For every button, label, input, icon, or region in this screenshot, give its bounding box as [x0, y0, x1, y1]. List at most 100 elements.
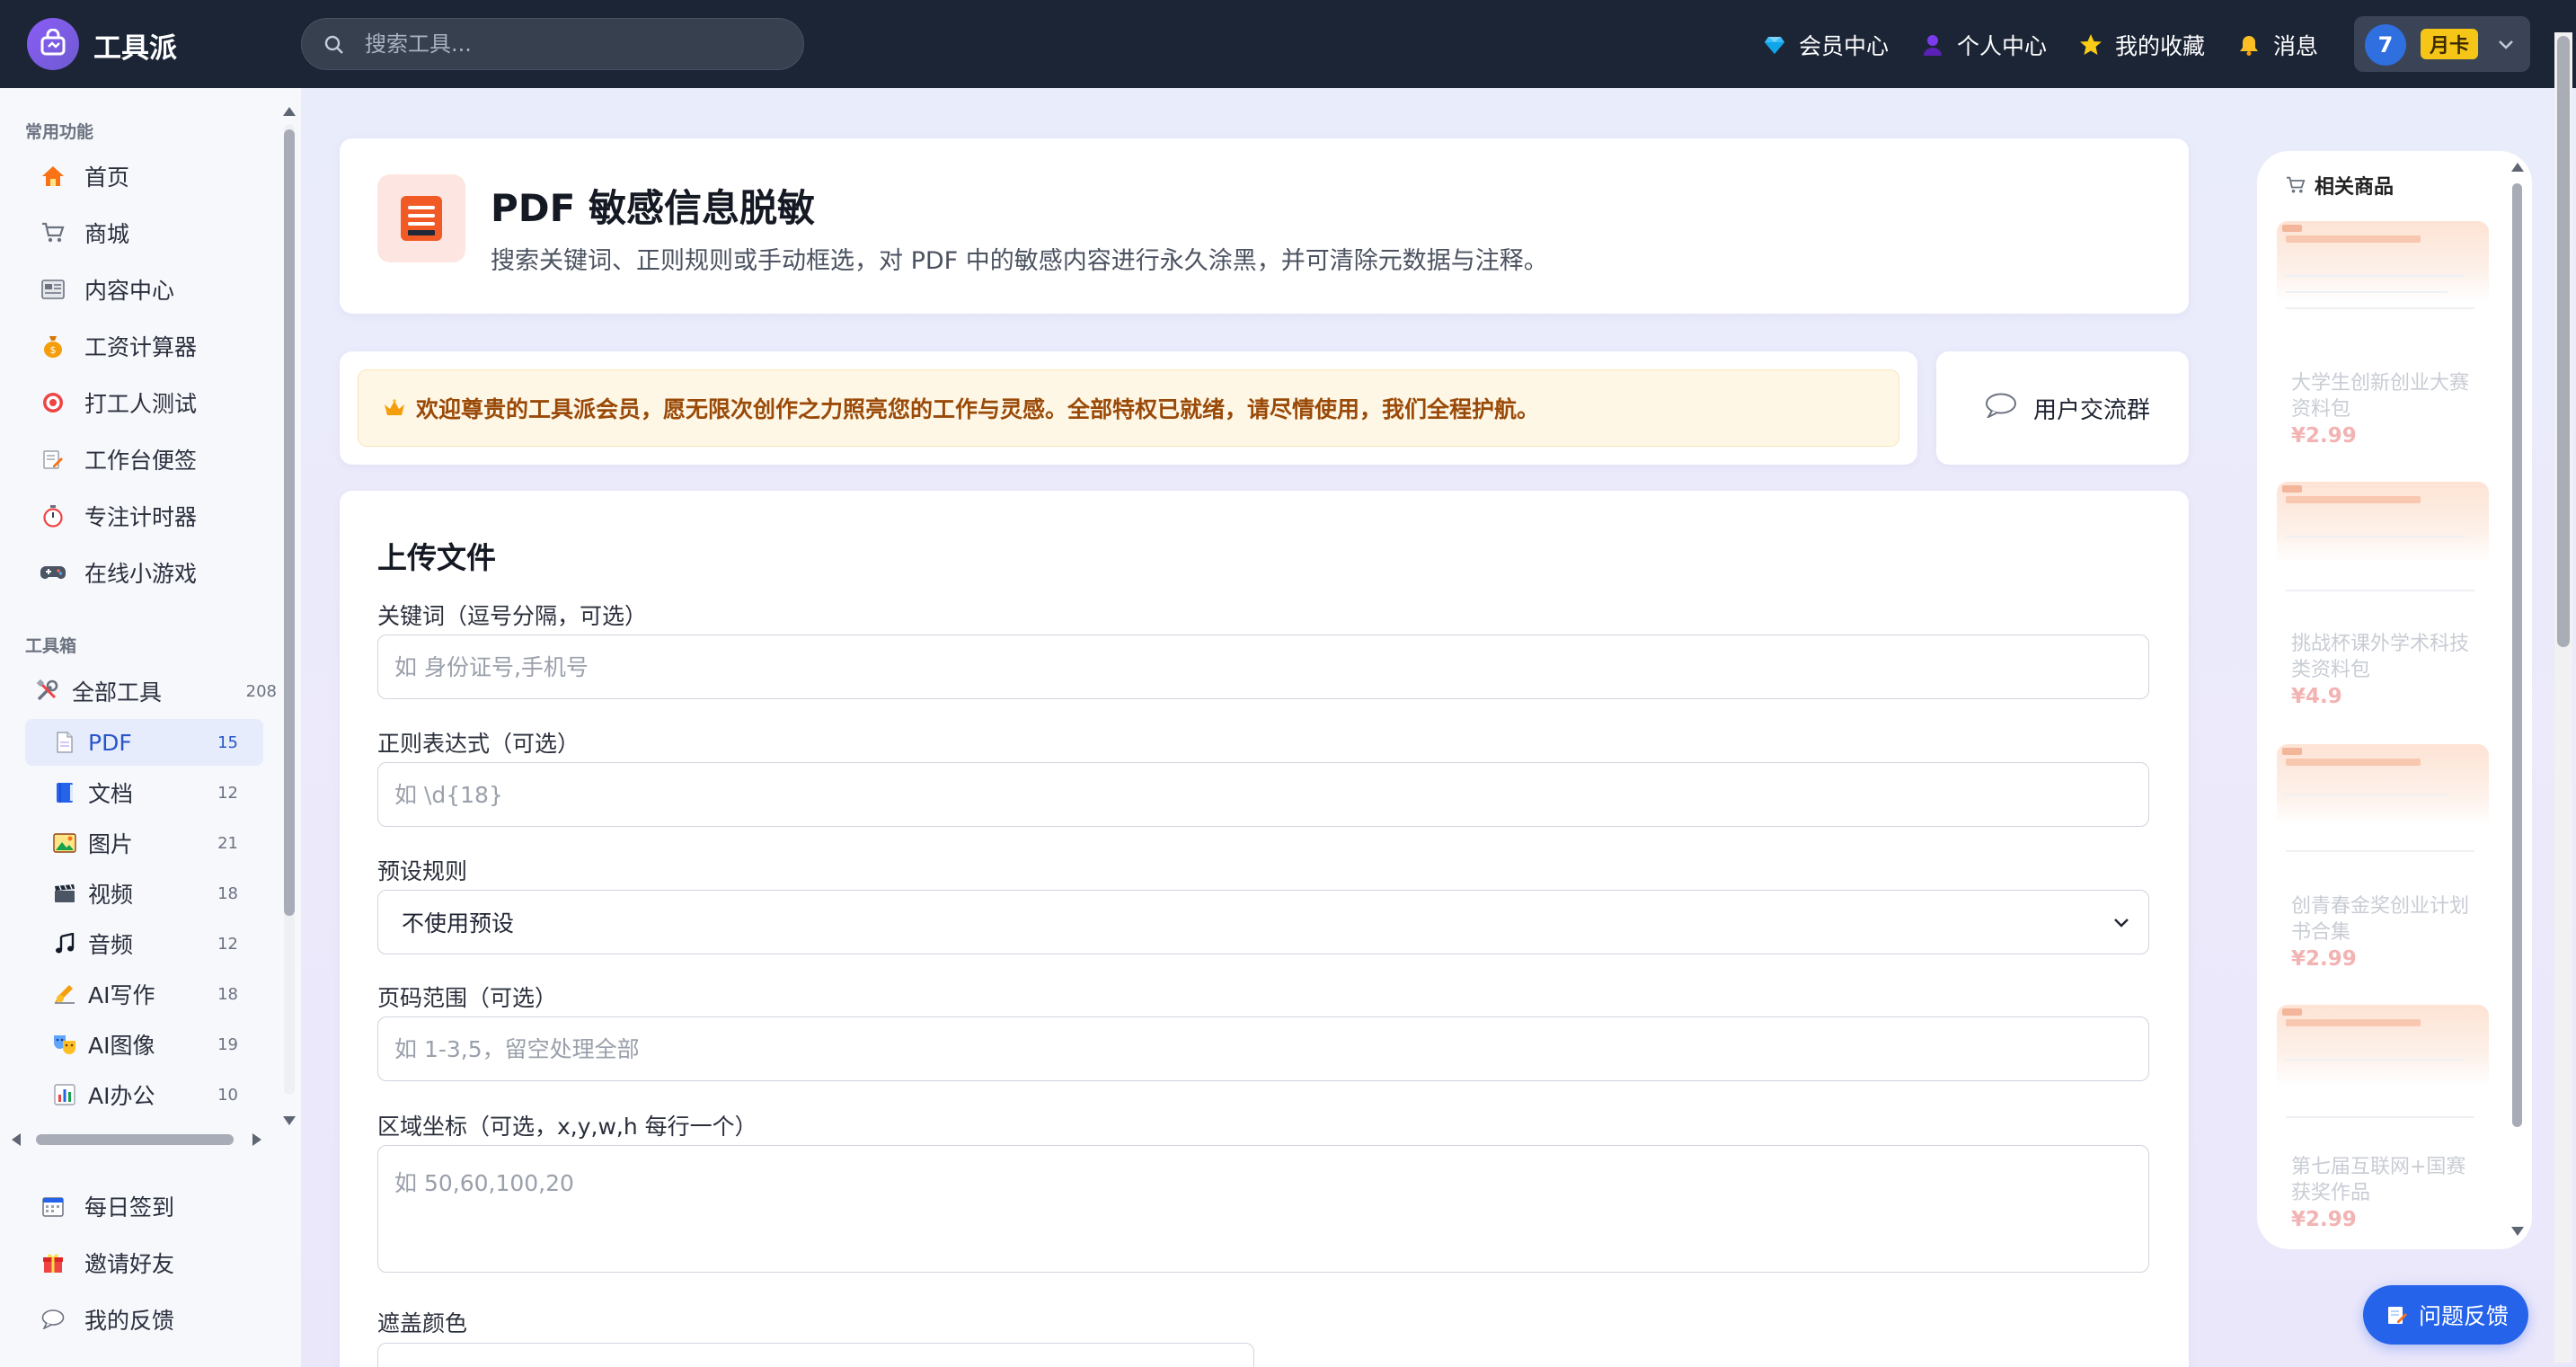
- category-label: 视频: [88, 882, 134, 908]
- sidebar-item-sticky-notes[interactable]: 工作台便签: [25, 434, 268, 484]
- user-group-label: 用户交流群: [2033, 397, 2151, 424]
- product-thumbnail[interactable]: [2277, 1005, 2489, 1140]
- category-count: 12: [217, 934, 238, 954]
- scroll-thumb[interactable]: [36, 1134, 234, 1145]
- star-icon: [2079, 33, 2102, 57]
- category-count: 10: [217, 1085, 238, 1105]
- gift-icon: [40, 1249, 66, 1276]
- search-box[interactable]: [301, 18, 804, 70]
- cover-color-select[interactable]: [377, 1343, 1254, 1367]
- page-range-input[interactable]: [377, 1016, 2149, 1081]
- upload-form-card: 上传文件 关键词（逗号分隔，可选） 正则表达式（可选） 预设规则 不使用预设 页…: [340, 491, 2189, 1367]
- sidebar-category-images[interactable]: 图片 21: [25, 820, 263, 866]
- category-count: 12: [217, 783, 238, 803]
- user-group-button[interactable]: 用户交流群: [1936, 351, 2189, 465]
- category-label: 图片: [88, 831, 134, 857]
- membership-badge: 月卡: [2421, 29, 2478, 59]
- tool-header-card: PDF 敏感信息脱敏 搜索关键词、正则规则或手动框选，对 PDF 中的敏感内容进…: [340, 138, 2189, 314]
- product-thumbnail[interactable]: [2277, 482, 2489, 617]
- sidebar-category-audio[interactable]: 音频 12: [25, 920, 263, 967]
- sidebar-category-ai-image[interactable]: AI图像 19: [25, 1021, 263, 1068]
- sidebar-category-video[interactable]: 视频 18: [25, 870, 263, 917]
- avatar[interactable]: 7: [2365, 24, 2406, 66]
- scroll-thumb[interactable]: [2557, 36, 2570, 647]
- sidebar-item-my-feedback[interactable]: 我的反馈: [25, 1294, 268, 1345]
- sidebar-category-pdf[interactable]: PDF 15: [25, 719, 263, 766]
- related-products-title: 相关商品: [2286, 171, 2394, 200]
- app-name[interactable]: 工具派: [93, 25, 177, 66]
- page-vertical-scrollbar[interactable]: [2554, 32, 2572, 1363]
- sidebar-item-invite-friends[interactable]: 邀请好友: [25, 1238, 268, 1288]
- search-icon: [323, 34, 345, 59]
- search-input[interactable]: [365, 19, 787, 69]
- sidebar-item-all-tools[interactable]: 全部工具 208: [25, 668, 277, 715]
- product-thumbnail[interactable]: [2277, 221, 2489, 356]
- nav-label: 消息: [2273, 33, 2319, 59]
- preset-select[interactable]: 不使用预设: [377, 890, 2149, 954]
- sidebar-item-home[interactable]: 首页: [25, 151, 268, 201]
- scroll-right-arrow-icon[interactable]: [252, 1132, 262, 1147]
- logo-icon[interactable]: [27, 18, 79, 70]
- scroll-up-arrow-icon[interactable]: [2510, 162, 2525, 173]
- sidebar-category-ai-writing[interactable]: AI写作 18: [25, 971, 263, 1017]
- scroll-down-arrow-icon[interactable]: [282, 1115, 297, 1126]
- scroll-thumb[interactable]: [2512, 183, 2522, 1127]
- sidebar-item-daily-checkin[interactable]: 每日签到: [25, 1181, 268, 1231]
- scroll-down-arrow-icon[interactable]: [2510, 1226, 2525, 1237]
- sidebar-category-docs[interactable]: 文档 12: [25, 769, 263, 816]
- region-coordinates-textarea[interactable]: [377, 1145, 2149, 1273]
- nav-label: 个人中心: [1957, 33, 2048, 59]
- regex-input[interactable]: [377, 762, 2149, 827]
- feedback-button[interactable]: 问题反馈: [2363, 1285, 2528, 1345]
- sidebar-item-label: 内容中心: [84, 278, 175, 304]
- sidebar-category-ai-office[interactable]: AI办公 10: [25, 1071, 263, 1118]
- sidebar-item-label: 打工人测试: [84, 391, 198, 417]
- product-name[interactable]: 第七届互联网+国赛获奖作品: [2291, 1154, 2480, 1206]
- cart-icon: [2286, 176, 2306, 194]
- keywords-input[interactable]: [377, 635, 2149, 699]
- product-thumbnail[interactable]: [2277, 744, 2489, 879]
- chevron-down-icon[interactable]: [2496, 34, 2516, 58]
- related-panel-scrollbar[interactable]: [2509, 160, 2527, 1238]
- book-icon: [52, 780, 77, 805]
- category-label: PDF: [88, 729, 132, 756]
- category-label: 文档: [88, 781, 134, 807]
- nav-messages[interactable]: 消息: [2237, 27, 2318, 63]
- memo-icon: [40, 446, 66, 473]
- related-product-card[interactable]: 大学生创新创业大赛资料包 ¥2.99: [2277, 221, 2489, 464]
- page-title: PDF 敏感信息脱敏: [491, 186, 815, 230]
- sidebar-horizontal-scrollbar[interactable]: [9, 1129, 270, 1150]
- user-menu[interactable]: 7 月卡: [2354, 16, 2530, 72]
- sidebar-item-content-center[interactable]: 内容中心: [25, 264, 268, 315]
- sidebar-item-label: 工资计算器: [84, 334, 198, 360]
- sidebar-item-focus-timer[interactable]: 专注计时器: [25, 491, 268, 541]
- newspaper-icon: [40, 276, 66, 303]
- page-description: 搜索关键词、正则规则或手动框选，对 PDF 中的敏感内容进行永久涂黑，并可清除元…: [491, 247, 1548, 275]
- sidebar-item-mini-games[interactable]: 在线小游戏: [25, 547, 268, 598]
- category-label: AI图像: [88, 1033, 155, 1059]
- tool-count: 208: [245, 681, 277, 701]
- scroll-thumb[interactable]: [284, 129, 295, 916]
- product-name[interactable]: 挑战杯课外学术科技类资料包: [2291, 631, 2480, 683]
- scroll-up-arrow-icon[interactable]: [282, 106, 297, 117]
- related-product-card[interactable]: 创青春金奖创业计划书合集 ¥2.99: [2277, 744, 2489, 987]
- scroll-left-arrow-icon[interactable]: [11, 1132, 22, 1147]
- related-product-card[interactable]: 挑战杯课外学术科技类资料包 ¥4.9: [2277, 482, 2489, 724]
- sidebar-item-label: 全部工具: [72, 679, 163, 706]
- crown-icon: [384, 399, 405, 417]
- product-name[interactable]: 大学生创新创业大赛资料包: [2291, 370, 2480, 422]
- sidebar-item-worker-test[interactable]: 打工人测试: [25, 377, 268, 428]
- sidebar-item-salary-calculator[interactable]: $ 工资计算器: [25, 321, 268, 371]
- memo-icon: [2386, 1304, 2408, 1326]
- diamond-icon: [1763, 33, 1786, 57]
- svg-text:$: $: [50, 344, 57, 356]
- sidebar-item-label: 我的反馈: [84, 1308, 175, 1334]
- sidebar-vertical-scrollbar[interactable]: [280, 97, 298, 1125]
- product-name[interactable]: 创青春金奖创业计划书合集: [2291, 893, 2480, 945]
- sidebar-item-shop[interactable]: 商城: [25, 208, 268, 258]
- bar-chart-icon: [52, 1082, 77, 1107]
- nav-favorites[interactable]: 我的收藏: [2079, 27, 2205, 63]
- nav-member-center[interactable]: 会员中心: [1763, 27, 1889, 63]
- nav-personal-center[interactable]: 个人中心: [1921, 27, 2047, 63]
- related-product-card[interactable]: 第七届互联网+国赛获奖作品 ¥2.99: [2277, 1005, 2489, 1247]
